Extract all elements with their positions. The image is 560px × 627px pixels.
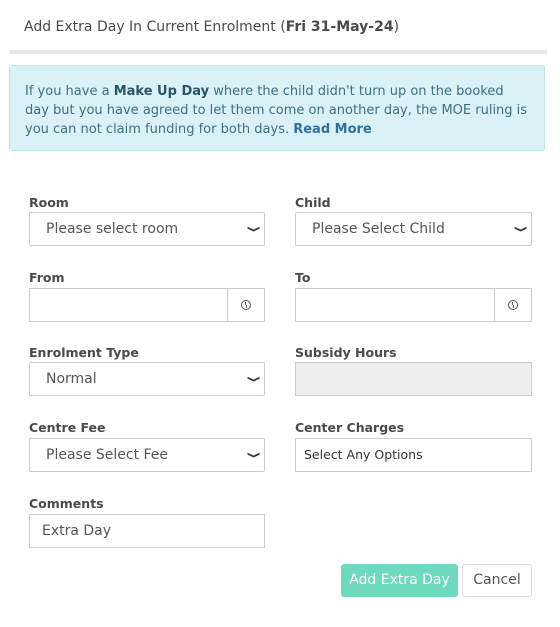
to-time-input[interactable] [295, 288, 532, 322]
title-divider [10, 50, 547, 54]
child-select-value: Please Select Child [312, 221, 445, 237]
from-time-picker-button[interactable] [227, 289, 264, 321]
add-extra-day-button[interactable]: Add Extra Day [341, 564, 458, 597]
to-time-picker-button[interactable] [494, 289, 531, 321]
read-more-link[interactable]: Read More [293, 122, 372, 137]
enrolment-type-label: Enrolment Type [29, 345, 139, 360]
comments-value: Extra Day [42, 523, 112, 539]
chevron-down-icon: ❯ [246, 375, 262, 383]
subsidy-hours-field [295, 362, 532, 396]
title-prefix: Add Extra Day In Current Enrolment ( [24, 19, 286, 35]
from-label: From [29, 270, 65, 285]
cancel-button[interactable]: Cancel [462, 564, 532, 597]
centre-fee-select[interactable]: Please Select Fee ❯ [29, 438, 265, 472]
centre-fee-label: Centre Fee [29, 420, 106, 435]
centre-fee-value: Please Select Fee [46, 447, 169, 463]
child-select[interactable]: Please Select Child ❯ [295, 212, 532, 246]
chevron-down-icon: ❯ [246, 451, 262, 459]
room-select[interactable]: Please select room ❯ [29, 212, 265, 246]
title-date: Fri 31-May-24 [285, 19, 394, 35]
to-label: To [295, 270, 311, 285]
make-up-day-text: Make Up Day [113, 84, 210, 99]
enrolment-type-select[interactable]: Normal ❯ [29, 362, 265, 396]
enrolment-type-value: Normal [46, 371, 97, 387]
alert-text-1: If you have a [25, 84, 114, 99]
room-select-value: Please select room [46, 221, 179, 237]
center-charges-label: Center Charges [295, 420, 405, 435]
dialog-title: Add Extra Day In Current Enrolment (Fri … [24, 19, 399, 35]
title-suffix: ) [393, 19, 400, 35]
center-charges-value: Select Any Options [304, 447, 423, 462]
child-label: Child [295, 195, 331, 210]
clock-icon [508, 300, 518, 310]
info-alert: If you have a Make Up Day where the chil… [9, 65, 545, 151]
room-label: Room [29, 195, 69, 210]
clock-icon [241, 300, 251, 310]
subsidy-hours-label: Subsidy Hours [295, 345, 397, 360]
from-time-input[interactable] [29, 288, 265, 322]
center-charges-multiselect[interactable]: Select Any Options [295, 438, 532, 472]
comments-input[interactable]: Extra Day [29, 514, 265, 548]
chevron-down-icon: ❯ [513, 225, 529, 233]
comments-label: Comments [29, 496, 104, 511]
chevron-down-icon: ❯ [246, 225, 262, 233]
